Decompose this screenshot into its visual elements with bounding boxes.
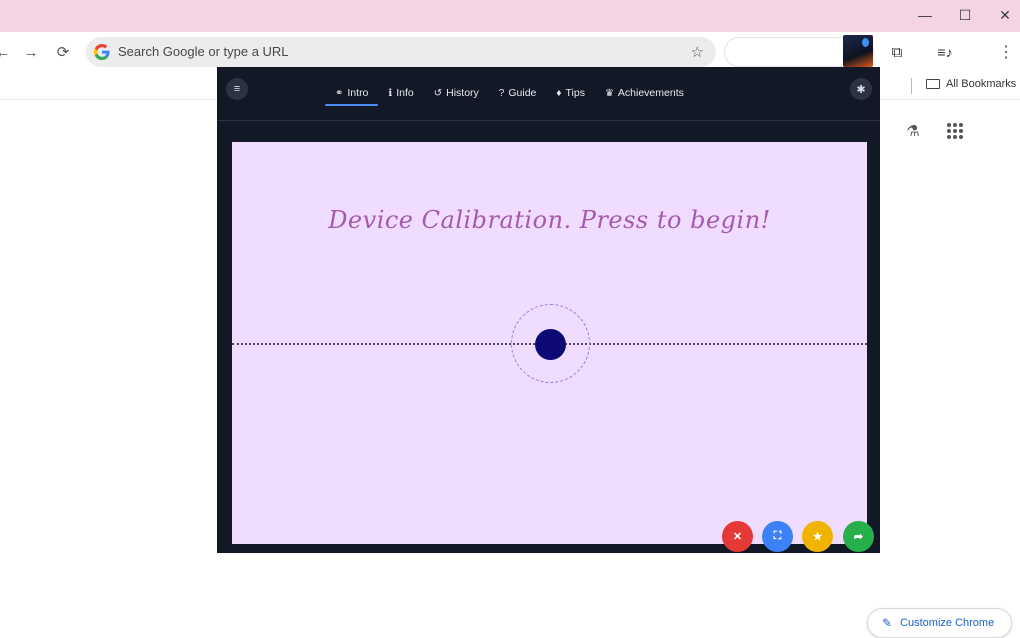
popup-menu-button[interactable]: ≡ xyxy=(226,78,248,100)
maximize-button[interactable]: ☐ xyxy=(952,4,978,26)
media-controls-icon[interactable]: ≡♪ xyxy=(934,41,956,63)
tab-label: History xyxy=(446,87,479,99)
trophy-icon: ♛ xyxy=(604,87,614,99)
popup-settings-button[interactable]: ✱ xyxy=(850,78,872,100)
extension-popup: ≡ ⚭ Intro ℹ Info ↺ History ? Guide ♦ Tip… xyxy=(217,67,880,553)
customize-chrome-button[interactable]: ✎ Customize Chrome xyxy=(867,608,1012,638)
calibration-stage[interactable]: Device Calibration. Press to begin! xyxy=(232,142,867,544)
fullscreen-fab-button[interactable]: ⛶ xyxy=(762,521,793,552)
browser-titlebar: — ☐ ✕ xyxy=(0,0,1020,32)
extension-thumbnail-icon[interactable] xyxy=(843,35,873,67)
address-bar[interactable]: Search Google or type a URL ☆ xyxy=(86,37,716,67)
tab-label: Tips xyxy=(565,87,585,99)
folder-icon xyxy=(926,79,940,89)
extensions-puzzle-icon[interactable]: ⧉ xyxy=(886,41,908,63)
back-icon[interactable]: ← xyxy=(0,41,14,63)
customize-chrome-label: Customize Chrome xyxy=(900,617,995,629)
tab-label: Guide xyxy=(508,87,537,99)
google-apps-icon[interactable] xyxy=(945,121,965,141)
bookmarks-divider xyxy=(911,78,912,94)
tab-guide[interactable]: ? Guide xyxy=(489,82,547,104)
close-window-button[interactable]: ✕ xyxy=(992,4,1018,26)
lightbulb-icon: ♦ xyxy=(556,87,562,99)
all-bookmarks-label: All Bookmarks xyxy=(946,78,1017,90)
question-icon: ? xyxy=(498,87,505,99)
history-icon: ↺ xyxy=(433,87,443,99)
browser-menu-icon[interactable]: ⋮ xyxy=(996,41,1016,63)
popup-header: ≡ ⚭ Intro ℹ Info ↺ History ? Guide ♦ Tip… xyxy=(217,67,880,121)
tab-info[interactable]: ℹ Info xyxy=(378,82,423,104)
tab-label: Info xyxy=(396,87,414,99)
info-icon: ℹ xyxy=(388,87,393,99)
close-fab-button[interactable]: ✕ xyxy=(722,521,753,552)
tab-tips[interactable]: ♦ Tips xyxy=(546,82,595,104)
share-fab-button[interactable]: ➦ xyxy=(843,521,874,552)
browser-toolbar: ← → ⟳ Search Google or type a URL ☆ ⧉ ≡♪… xyxy=(0,32,1020,72)
all-bookmarks-button[interactable]: All Bookmarks xyxy=(926,78,1016,90)
tab-history[interactable]: ↺ History xyxy=(424,82,489,104)
bookmark-star-icon[interactable]: ☆ xyxy=(691,43,704,61)
tab-achievements[interactable]: ♛ Achievements xyxy=(595,82,694,104)
favorite-fab-button[interactable]: ★ xyxy=(802,521,833,552)
popup-tabs: ⚭ Intro ℹ Info ↺ History ? Guide ♦ Tips … xyxy=(325,82,694,106)
google-logo-icon xyxy=(94,44,110,60)
link-icon: ⚭ xyxy=(335,87,344,99)
forward-icon[interactable]: → xyxy=(20,41,42,63)
tab-intro[interactable]: ⚭ Intro xyxy=(325,82,379,106)
labs-flask-icon[interactable]: ⚗ xyxy=(903,121,923,141)
calibration-prompt: Device Calibration. Press to begin! xyxy=(328,206,771,234)
tab-label: Achievements xyxy=(617,87,684,99)
calibration-target-button[interactable] xyxy=(535,329,566,360)
reload-icon[interactable]: ⟳ xyxy=(52,41,74,63)
minimize-button[interactable]: — xyxy=(912,4,938,26)
tab-label: Intro xyxy=(347,87,369,99)
address-bar-placeholder: Search Google or type a URL xyxy=(118,44,289,59)
pencil-icon: ✎ xyxy=(882,616,893,630)
